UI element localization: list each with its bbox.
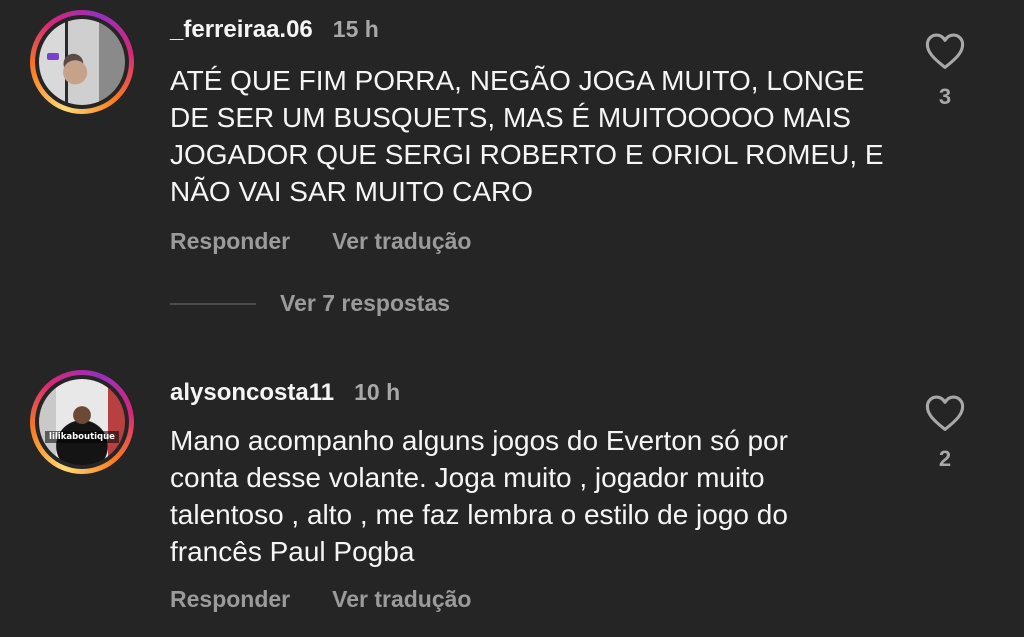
view-replies-button[interactable]: Ver 7 respostas bbox=[280, 290, 450, 317]
avatar-story-ring[interactable] bbox=[30, 10, 134, 114]
avatar[interactable] bbox=[39, 19, 125, 105]
comment-actions: Responder Ver tradução bbox=[170, 228, 471, 255]
translate-button[interactable]: Ver tradução bbox=[332, 228, 471, 255]
comment-item: lilikaboutique alysoncosta11 10 h Mano a… bbox=[0, 360, 1024, 637]
avatar-story-ring[interactable]: lilikaboutique bbox=[30, 370, 134, 474]
avatar-overlay-text: lilikaboutique bbox=[45, 431, 119, 443]
avatar[interactable]: lilikaboutique bbox=[39, 379, 125, 465]
username[interactable]: alysoncosta11 bbox=[170, 379, 334, 407]
comment-header: alysoncosta11 10 h bbox=[170, 379, 400, 407]
heart-outline-icon[interactable] bbox=[924, 394, 966, 432]
timestamp: 15 h bbox=[332, 16, 379, 42]
like-count: 3 bbox=[938, 84, 952, 109]
view-replies[interactable]: Ver 7 respostas bbox=[170, 290, 450, 317]
timestamp: 10 h bbox=[354, 379, 401, 405]
comment-actions: Responder Ver tradução bbox=[170, 586, 471, 613]
reply-button[interactable]: Responder bbox=[170, 228, 290, 255]
like-count: 2 bbox=[938, 446, 952, 471]
username[interactable]: _ferreiraa.06 bbox=[170, 16, 313, 44]
comment-header: _ferreiraa.06 15 h bbox=[170, 16, 379, 44]
comment-item: _ferreiraa.06 15 h ATÉ QUE FIM PORRA, NE… bbox=[0, 0, 1024, 316]
like-button[interactable]: 3 bbox=[922, 32, 968, 110]
replies-divider bbox=[170, 302, 256, 305]
comment-text: Mano acompanho alguns jogos do Everton s… bbox=[170, 425, 788, 567]
heart-outline-icon[interactable] bbox=[924, 32, 966, 70]
like-button[interactable]: 2 bbox=[922, 394, 968, 472]
comment-text: ATÉ QUE FIM PORRA, NEGÃO JOGA MUITO, LON… bbox=[170, 65, 884, 207]
reply-button[interactable]: Responder bbox=[170, 586, 290, 613]
translate-button[interactable]: Ver tradução bbox=[332, 586, 471, 613]
